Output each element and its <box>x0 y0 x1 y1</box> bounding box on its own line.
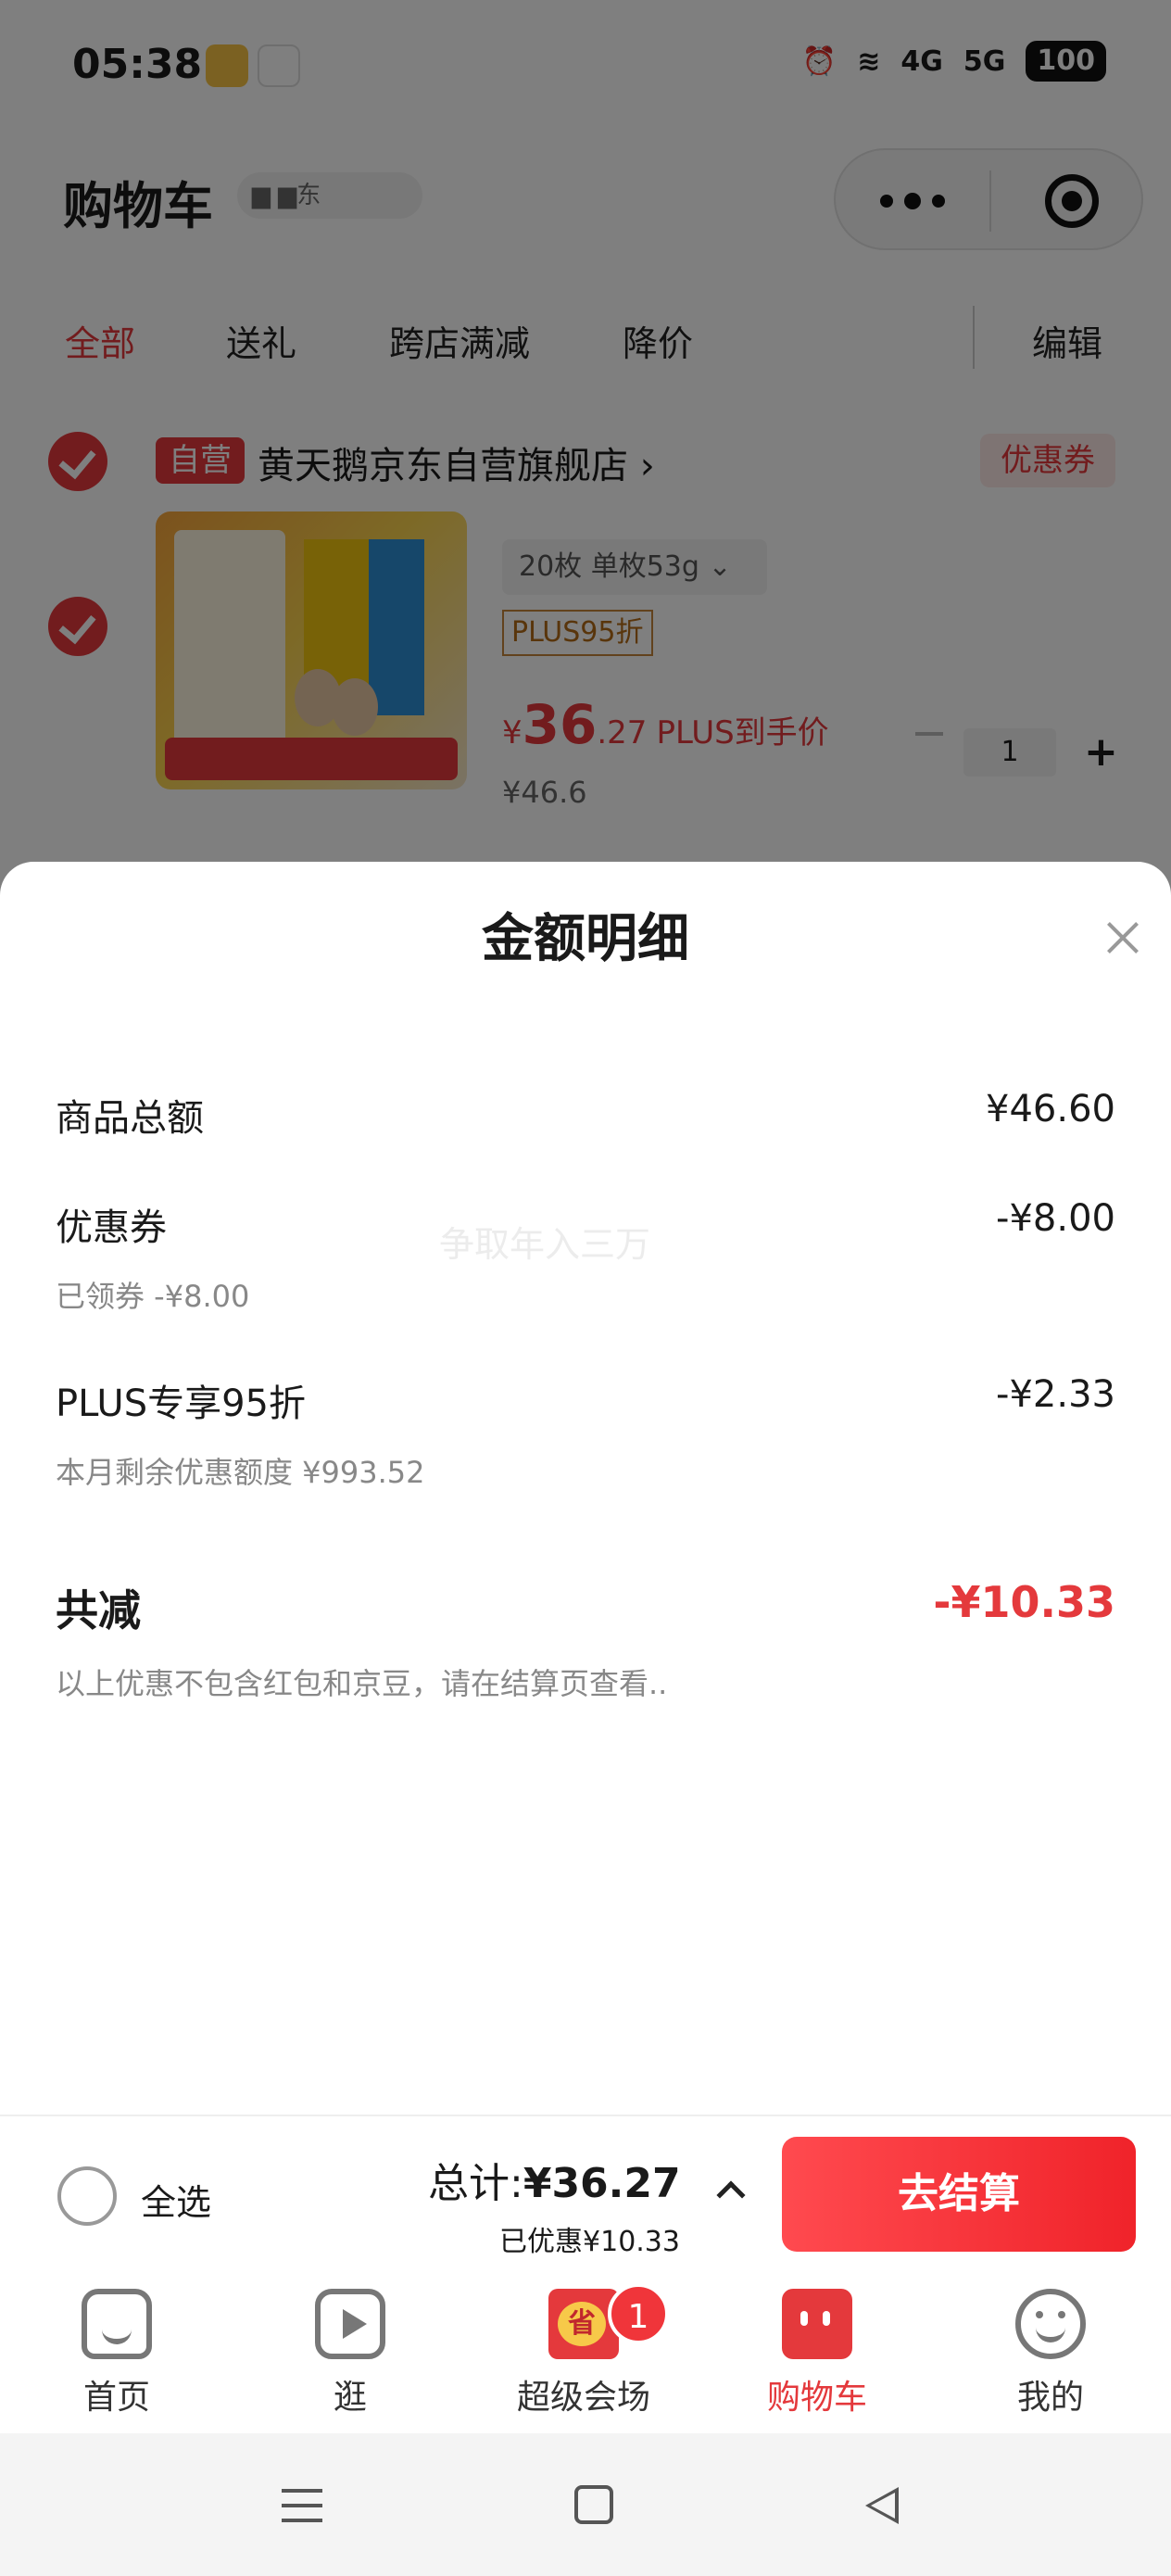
smile-icon <box>1015 2289 1086 2359</box>
goods-total-label: 商品总额 <box>56 1097 204 1140</box>
amount-detail-sheet: 金额明细 争取年入三万 商品总额 ¥46.60 优惠券 -¥8.00 已领券 -… <box>0 862 1171 2115</box>
tab-super-venue[interactable]: 1 超级会场 <box>491 2270 676 2433</box>
goods-total-value: ¥46.60 <box>986 1088 1115 1130</box>
home-square-icon[interactable] <box>574 2485 613 2524</box>
select-all-checkbox[interactable] <box>57 2166 117 2226</box>
system-nav-bar <box>0 2433 1171 2576</box>
plus-quota-sub: 本月剩余优惠额度 ¥993.52 <box>56 1455 425 1490</box>
tab-cart-label: 购物车 <box>766 2379 867 2417</box>
menu-icon[interactable] <box>282 2489 322 2522</box>
close-icon[interactable] <box>1097 912 1149 964</box>
total-reduction-label: 共减 <box>56 1585 141 1635</box>
tab-home[interactable]: 首页 <box>24 2270 209 2433</box>
plus-discount-value: -¥2.33 <box>996 1373 1115 1416</box>
back-icon[interactable] <box>865 2487 899 2524</box>
watermark-text: 争取年入三万 <box>439 1224 651 1265</box>
tab-mine-label: 我的 <box>1016 2379 1084 2417</box>
venue-icon <box>548 2289 619 2359</box>
total-reduction-value: -¥10.33 <box>933 1577 1115 1627</box>
tab-browse-label: 逛 <box>333 2379 367 2417</box>
tab-browse[interactable]: 逛 <box>258 2270 443 2433</box>
plus-discount-label: PLUS专享95折 <box>56 1383 306 1425</box>
reduction-note: 以上优惠不包含红包和京豆，请在结算页查看.. <box>56 1666 668 1701</box>
saved-amount: 已优惠¥10.33 <box>499 2226 680 2258</box>
coupon-value: -¥8.00 <box>996 1197 1115 1240</box>
home-icon <box>82 2289 152 2359</box>
coupon-label: 优惠券 <box>56 1206 167 1249</box>
notification-badge: 1 <box>608 2283 669 2344</box>
bottom-tab-bar: 首页 逛 1 超级会场 购物车 我的 <box>0 2270 1171 2433</box>
select-all-label[interactable]: 全选 <box>141 2174 211 2225</box>
tab-home-label: 首页 <box>82 2379 150 2417</box>
sheet-title: 金额明细 <box>482 909 689 969</box>
total-label: 总计: <box>428 2160 523 2207</box>
checkout-button[interactable]: 去结算 <box>782 2137 1136 2252</box>
tab-cart[interactable]: 购物车 <box>724 2270 910 2433</box>
checkout-bar: 全选 总计: ¥36.27 已优惠¥10.33 去结算 <box>0 2115 1171 2270</box>
cart-icon <box>782 2289 852 2359</box>
total-value: ¥36.27 <box>523 2160 681 2207</box>
coupon-sub: 已领券 -¥8.00 <box>56 1279 250 1314</box>
play-icon <box>315 2289 385 2359</box>
tab-super-venue-label: 超级会场 <box>516 2379 650 2417</box>
total-amount: 总计: ¥36.27 <box>428 2150 681 2209</box>
tab-mine[interactable]: 我的 <box>958 2270 1143 2433</box>
chevron-up-icon[interactable] <box>716 2180 746 2210</box>
